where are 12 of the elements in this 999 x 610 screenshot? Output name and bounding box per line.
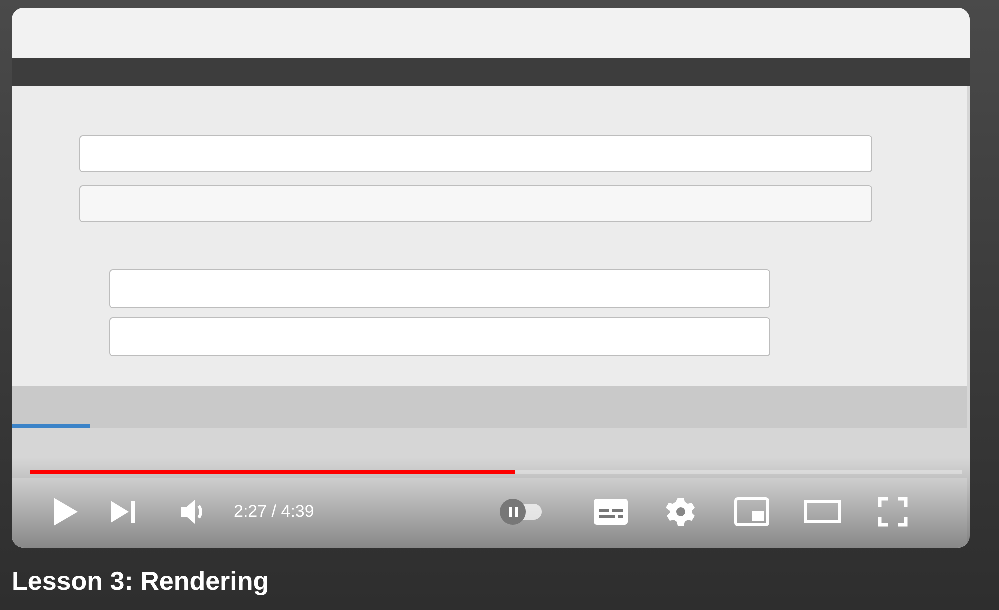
video-player[interactable]: 2:27 / 4:39 [12, 8, 970, 548]
video-title: Lesson 3: Rendering [12, 568, 270, 594]
fullscreen-icon[interactable] [878, 497, 908, 527]
settings-icon[interactable] [666, 497, 696, 527]
time-display: 2:27 / 4:39 [234, 501, 314, 524]
theater-mode-icon[interactable] [804, 500, 842, 524]
autoplay-toggle[interactable] [500, 499, 542, 525]
miniplayer-icon[interactable] [734, 497, 770, 527]
next-icon[interactable] [110, 500, 136, 524]
progress-track[interactable] [30, 470, 962, 474]
play-icon[interactable] [52, 497, 80, 527]
subtitles-icon[interactable] [594, 499, 628, 525]
